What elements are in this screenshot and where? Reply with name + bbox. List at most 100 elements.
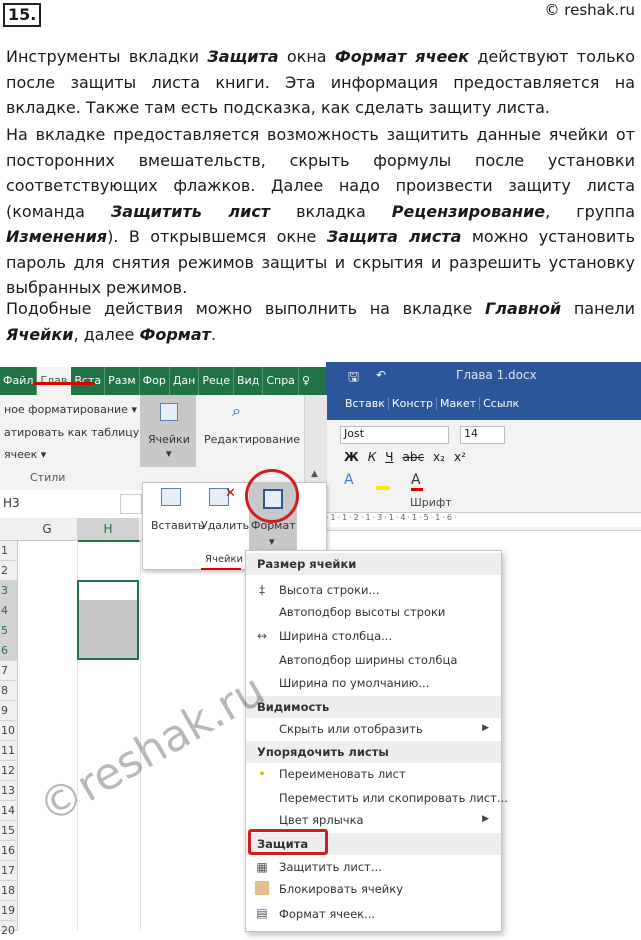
- excel-tab-view[interactable]: Вид: [234, 367, 264, 395]
- excel-tab-help[interactable]: Спра: [263, 367, 299, 395]
- word-italic-button[interactable]: К: [368, 450, 377, 464]
- word-font-name[interactable]: Jost: [340, 426, 449, 444]
- word-font-color-icon[interactable]: A: [411, 472, 421, 488]
- row-header[interactable]: 5: [0, 621, 18, 641]
- word-tab-refs[interactable]: Ссылк: [480, 397, 522, 410]
- chevron-down-icon: ▾: [166, 447, 172, 460]
- format-menu: Размер ячейки ‡ Высота строки... Автопод…: [245, 550, 508, 932]
- excel-tab-home[interactable]: Глав: [37, 367, 72, 395]
- styles-group-label: Стили: [30, 471, 66, 484]
- selected-range-fill: [79, 600, 137, 658]
- word-ruler: ·1·1·2·1·3·1·4·1·5·1·6·: [326, 512, 641, 527]
- row-header[interactable]: 15: [0, 821, 18, 841]
- word-superscript-button[interactable]: x²: [454, 450, 466, 464]
- row-header[interactable]: 13: [0, 781, 18, 801]
- chevron-down-icon: ▾: [269, 535, 275, 548]
- formula-bar-divider: [120, 494, 142, 514]
- cells-button-bg[interactable]: Ячейки ▾: [140, 395, 196, 467]
- editing-button-label[interactable]: Редактирование: [204, 433, 300, 446]
- word-save-icon[interactable]: 🖫: [348, 368, 359, 390]
- cells-button-label: Ячейки: [148, 433, 190, 446]
- row-header[interactable]: 6: [0, 641, 18, 661]
- menu-rename[interactable]: Переименовать лист: [279, 766, 406, 782]
- column-header-g[interactable]: G: [17, 518, 78, 541]
- word-underline-button[interactable]: Ч: [385, 450, 393, 464]
- selected-range[interactable]: [77, 580, 139, 660]
- excel-tab-formulas[interactable]: Фор: [140, 367, 170, 395]
- menu-hide-show[interactable]: Скрыть или отобразить: [279, 721, 423, 737]
- word-tab-layout[interactable]: Макет: [437, 397, 481, 410]
- row-header[interactable]: 3: [0, 581, 18, 601]
- menu-tab-color[interactable]: Цвет ярлычка: [279, 812, 364, 828]
- task-number: 15.: [3, 3, 42, 27]
- word-title-bar: 🖫 ↶ Глава 1.docx Вставк Констр Макет Ссы…: [326, 362, 641, 420]
- row-header[interactable]: 12: [0, 761, 18, 781]
- menu-default-width[interactable]: Ширина по умолчанию...: [279, 675, 429, 691]
- protect-sheet-icon: ▦: [256, 860, 268, 874]
- word-tab-design[interactable]: Констр: [389, 397, 438, 410]
- word-ribbon: Jost 14 Ж К Ч abc x₂ x² A A Шрифт ·1·1·2…: [326, 420, 641, 531]
- row-header[interactable]: 9: [0, 701, 18, 721]
- word-undo-icon[interactable]: ↶: [376, 368, 386, 382]
- name-box[interactable]: H3: [3, 496, 20, 510]
- menu-move-copy[interactable]: Переместить или скопировать лист...: [279, 790, 508, 806]
- word-font-color-bar: [411, 488, 423, 491]
- menu-row-height[interactable]: Высота строки...: [279, 582, 379, 598]
- menu-autofit-col[interactable]: Автоподбор ширины столбца: [279, 652, 457, 668]
- lightbulb-icon[interactable]: ♀: [299, 367, 313, 395]
- format-cells-icon: ▤: [256, 906, 268, 920]
- row-header[interactable]: 1: [0, 541, 18, 561]
- protection-highlight-box: [248, 829, 328, 855]
- row-header[interactable]: 14: [0, 801, 18, 821]
- excel-tab-data[interactable]: Дан: [170, 367, 200, 395]
- excel-tab-review[interactable]: Реце: [199, 367, 235, 395]
- excel-tab-layout[interactable]: Разм: [105, 367, 140, 395]
- row-header[interactable]: 18: [0, 881, 18, 901]
- row-height-icon: ‡: [259, 583, 265, 597]
- menu-format-cells[interactable]: Формат ячеек...: [279, 906, 375, 922]
- menu-lock-cell[interactable]: Блокировать ячейку: [279, 881, 403, 897]
- menu-col-width[interactable]: Ширина столбца...: [279, 628, 392, 644]
- word-text-effects-icon[interactable]: A: [344, 472, 354, 488]
- bullet-icon: •: [258, 767, 266, 781]
- row-header[interactable]: 11: [0, 741, 18, 761]
- word-bold-button[interactable]: Ж: [344, 450, 359, 464]
- ribbon-scrollbar[interactable]: ▲: [304, 395, 327, 490]
- submenu-arrow-icon: ▶: [482, 723, 489, 733]
- row-header[interactable]: 2: [0, 561, 18, 581]
- word-highlight-bar: [376, 486, 390, 490]
- word-doc-title: Глава 1.docx: [456, 368, 537, 382]
- row-header[interactable]: 19: [0, 901, 18, 921]
- cells-group-underline: [201, 568, 241, 570]
- menu-section-organize: Упорядочить листы: [246, 741, 501, 763]
- word-strike-button[interactable]: abc: [402, 450, 424, 464]
- row-header[interactable]: 17: [0, 861, 18, 881]
- format-as-table-item[interactable]: атировать как таблицу ▾: [4, 426, 148, 439]
- lock-cell-icon: [255, 881, 269, 895]
- word-font-group-label: Шрифт: [410, 496, 452, 509]
- paragraph-1: Инструменты вкладки Защита окна Формат я…: [6, 47, 635, 117]
- word-tab-insert[interactable]: Вставк: [342, 397, 389, 410]
- conditional-format-item[interactable]: ное форматирование ▾: [4, 403, 137, 416]
- insert-button[interactable]: Вставить: [151, 519, 204, 532]
- cell-styles-item[interactable]: ячеек ▾: [4, 448, 46, 461]
- menu-protect-sheet[interactable]: Защитить лист...: [279, 859, 382, 875]
- excel-tab-file[interactable]: Файл: [0, 367, 38, 395]
- paragraph-3: Подобные действия можно выполнить на вкл…: [6, 299, 636, 344]
- row-header[interactable]: 10: [0, 721, 18, 741]
- row-header[interactable]: 4: [0, 601, 18, 621]
- row-header[interactable]: 7: [0, 661, 18, 681]
- column-header-h[interactable]: H: [77, 518, 140, 542]
- column-width-icon: ↔: [256, 629, 268, 643]
- excel-ribbon-tabs: Файл Глав Вста Разм Фор Дан Реце Вид Спр…: [0, 367, 326, 395]
- excel-tab-insert[interactable]: Вста: [71, 367, 106, 395]
- word-subscript-button[interactable]: x₂: [433, 450, 445, 464]
- menu-autofit-row[interactable]: Автоподбор высоты строки: [279, 604, 445, 620]
- chevron-up-icon: ▲: [311, 469, 318, 479]
- delete-button[interactable]: Удалить: [201, 519, 249, 532]
- row-header[interactable]: 16: [0, 841, 18, 861]
- word-font-size[interactable]: 14: [460, 426, 505, 444]
- corner-cell[interactable]: [0, 518, 18, 541]
- insert-cells-icon: [161, 488, 181, 506]
- row-header[interactable]: 8: [0, 681, 18, 701]
